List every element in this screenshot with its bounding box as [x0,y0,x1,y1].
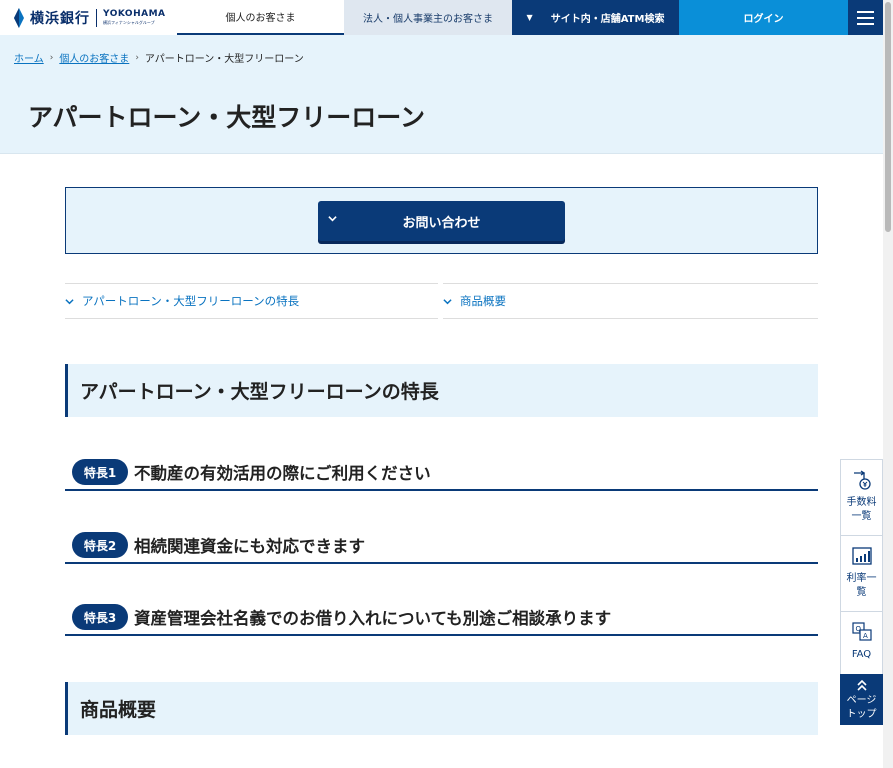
chevron-down-icon [443,298,452,304]
anchor-link-features-label: アパートローン・大型フリーローンの特長 [82,294,300,308]
caret-down-icon: ▼ [526,13,533,22]
page-title: アパートローン・大型フリーローン [28,103,426,132]
logo-divider [96,8,97,27]
contact-button-label: お問い合わせ [402,215,481,231]
side-item-fees[interactable]: 手数料一覧 [840,459,883,535]
feature-item: 特長3 資産管理会社名義でのお借り入れについても別途ご相談承ります [65,600,818,636]
breadcrumb: ホーム › 個人のお客さま › アパートローン・大型フリーローン [14,50,304,66]
chevron-down-icon [328,216,337,222]
feature-item: 特長2 相続関連資金にも対応できます [65,528,818,564]
rate-chart-icon [851,547,872,565]
logo-mark-icon [14,7,24,28]
logo-text-en-group: YOKOHAMA 横浜フィナンシャルグループ [103,10,166,25]
chevron-right-icon: › [135,52,139,63]
feature-badge: 特長3 [72,604,128,630]
svg-text:Q: Q [855,625,861,633]
svg-text:A: A [863,632,868,640]
contact-button[interactable]: お問い合わせ [318,201,565,241]
breadcrumb-current: アパートローン・大型フリーローン [144,54,304,65]
breadcrumb-home[interactable]: ホーム [14,50,44,65]
tab-personal[interactable]: 個人のお客さま [177,0,344,35]
logo-text-jp: 横浜銀行 [30,10,90,27]
logo-text-en-sub: 横浜フィナンシャルグループ [103,20,155,25]
side-item-faq[interactable]: Q A FAQ [840,611,883,674]
feature-item: 特長1 不動産の有効活用の際にご利用ください [65,455,818,491]
global-header: 横浜銀行 YOKOHAMA 横浜フィナンシャルグループ 個人のお客さま 法人・個… [0,0,883,35]
breadcrumb-personal[interactable]: 個人のお客さま [59,50,129,65]
chevron-down-icon [65,298,74,304]
side-item-rates[interactable]: 利率一覧 [840,535,883,611]
feature-title: 相続関連資金にも対応できます [134,537,365,556]
feature-badge: 特長2 [72,532,128,558]
scrollbar-thumb[interactable] [885,2,891,232]
tab-corporate[interactable]: 法人・個人事業主のお客さま [344,0,512,35]
anchor-links: アパートローン・大型フリーローンの特長 商品概要 [65,283,818,319]
anchor-link-features[interactable]: アパートローン・大型フリーローンの特長 [65,283,438,319]
vertical-scrollbar[interactable] [883,0,893,768]
fee-list-icon [853,470,871,490]
side-nav: 手数料一覧 利率一覧 Q A FAQ ページトップ [840,459,883,725]
double-chevron-up-icon [856,679,867,691]
page-hero: ホーム › 個人のお客さま › アパートローン・大型フリーローン アパートローン… [0,35,883,154]
feature-badge: 特長1 [72,459,128,485]
login-button[interactable]: ログイン [679,0,848,35]
bank-logo[interactable]: 横浜銀行 YOKOHAMA 横浜フィナンシャルグループ [0,0,177,35]
site-search-label: サイト内・店舗ATM検索 [550,14,665,25]
feature-title: 資産管理会社名義でのお借り入れについても別途ご相談承ります [134,609,612,628]
side-item-faq-label: FAQ [851,649,872,660]
hamburger-menu-icon[interactable] [848,0,883,35]
chevron-right-icon: › [49,52,54,63]
page-top-label: ページトップ [846,695,877,720]
overview-heading: 商品概要 [65,682,818,735]
contact-box: お問い合わせ [65,187,818,254]
side-item-rates-label: 利率一覧 [846,573,877,598]
anchor-link-overview-label: 商品概要 [460,294,506,308]
site-search-button[interactable]: ▼ サイト内・店舗ATM検索 [512,0,679,35]
page-top-button[interactable]: ページトップ [840,674,883,725]
logo-text-en: YOKOHAMA [103,9,166,19]
faq-icon: Q A [851,622,872,641]
anchor-link-overview[interactable]: 商品概要 [443,283,818,319]
side-item-fees-label: 手数料一覧 [846,497,877,522]
feature-title: 不動産の有効活用の際にご利用ください [134,464,431,483]
features-heading: アパートローン・大型フリーローンの特長 [65,364,818,417]
